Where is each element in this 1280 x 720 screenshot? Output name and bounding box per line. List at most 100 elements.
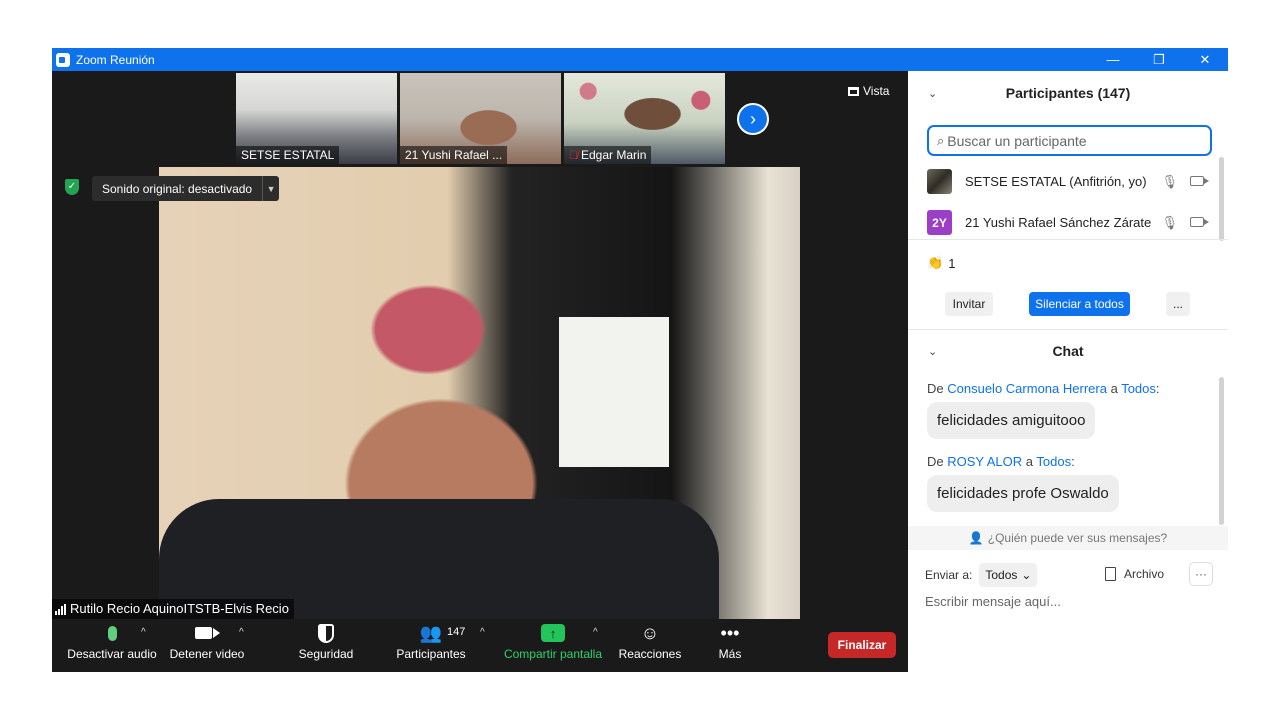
chat-message-bubble: felicidades profe Oswaldo [927,475,1119,512]
send-to-dropdown[interactable]: Todos ⌄ [979,563,1038,587]
share-screen-icon: ↑ [541,619,565,647]
participant-list-scrollbar[interactable] [1219,157,1224,241]
who-can-see-messages[interactable]: 👤 ¿Quién puede ver sus mensajes? [908,526,1228,550]
smiley-plus-icon: ☺ [640,622,660,643]
participant-list: SETSE ESTATAL (Anfitrión, yo) 🎙 2Y 21 Yu… [908,161,1228,243]
file-icon [1105,567,1116,581]
participant-thumbnail[interactable]: SETSE ESTATAL [236,73,397,164]
thumbnail-name: Edgar Marin [581,148,647,162]
message-recipient[interactable]: Todos [1036,454,1071,469]
message-recipient[interactable]: Todos [1121,381,1156,396]
chevron-down-icon[interactable]: ▼ [262,176,279,201]
end-meeting-button[interactable]: Finalizar [828,632,896,658]
invite-button[interactable]: Invitar [945,292,993,316]
raised-hands-count: 1 [948,255,956,271]
file-button[interactable]: Archivo [1105,567,1164,581]
microphone-icon[interactable]: 🎙 [1161,215,1178,231]
audio-options-caret[interactable]: ^ [141,627,146,638]
message-suffix: : [1155,381,1160,396]
reactions-button[interactable]: ☺ Reacciones [616,619,684,672]
participant-name: 21 Yushi Rafael Sánchez Zárate [965,215,1152,230]
participants-title: Participantes (147) [1005,85,1131,101]
chat-message-input[interactable]: Escribir mensaje aquí... [925,594,1061,609]
message-prefix: De [927,381,944,396]
who-can-see-label: ¿Quién puede ver sus mensajes? [987,531,1168,545]
zoom-app-icon [56,52,70,67]
participants-header: ⌄ Participantes (147) [908,71,1228,115]
chevron-down-icon[interactable]: ⌄ [928,87,937,100]
original-sound-toggle[interactable]: Sonido original: desactivado ▼ [92,176,280,201]
share-options-caret[interactable]: ^ [593,627,598,638]
chat-scrollbar[interactable] [1219,377,1224,525]
thumbnail-name: 21 Yushi Rafael ... [400,146,508,164]
meeting-toolbar: Desactivar audio ^ Detener video ^ Segur… [52,619,908,672]
participant-row[interactable]: SETSE ESTATAL (Anfitrión, yo) 🎙 [908,161,1228,202]
clap-icon: 👏 [927,255,944,270]
mute-audio-button[interactable]: Desactivar audio [60,619,164,672]
view-grid-icon [848,86,859,96]
shield-icon [318,619,334,647]
message-suffix: : [1071,454,1075,469]
avatar [927,169,952,194]
chat-more-button[interactable]: ··· [1189,562,1213,586]
restore-button[interactable]: ❐ [1136,48,1182,71]
security-button[interactable]: Seguridad [291,619,361,672]
chevron-right-icon: › [750,108,756,129]
original-sound-label: Sonido original: desactivado [102,181,253,196]
participants-icon: 👥 [419,622,443,643]
window-title: Zoom Reunión [76,52,155,67]
encryption-shield-icon[interactable]: ✓ [65,179,79,195]
participants-label: Participantes [396,647,466,661]
participants-options-caret[interactable]: ^ [480,627,485,638]
message-sender[interactable]: ROSY ALOR [947,454,1022,469]
speaker-name-text: Rutilo Recio AquinoITSTB-Elvis Recio [70,601,289,616]
signal-bars-icon [55,603,66,615]
send-to-label: Enviar a: [925,568,973,582]
video-background-object [559,317,669,467]
reactions-label: Reacciones [618,647,682,661]
person-icon: 👤 [968,531,984,545]
meeting-area: SETSE ESTATAL 21 Yushi Rafael ... 🎙̸ Edga… [52,71,908,672]
send-to-value: Todos [985,568,1018,582]
view-button[interactable]: Vista [848,84,889,98]
mute-all-button[interactable]: Silenciar a todos [1029,292,1130,316]
stop-video-button[interactable]: Detener video [164,619,250,672]
side-panel: ⌄ Participantes (147) ⌕ Buscar un partic… [908,71,1228,672]
participant-name: SETSE ESTATAL (Anfitrión, yo) [965,174,1147,189]
chat-title: Chat [1052,343,1084,359]
mute-audio-label: Desactivar audio [67,647,157,661]
thumbnail-strip: SETSE ESTATAL 21 Yushi Rafael ... 🎙̸ Edga… [236,73,725,164]
share-screen-label: Compartir pantalla [503,647,603,661]
share-screen-button[interactable]: ↑ Compartir pantalla [500,619,606,672]
close-button[interactable]: ✕ [1182,48,1228,71]
avatar: 2Y [927,210,952,235]
participant-row[interactable]: 2Y 21 Yushi Rafael Sánchez Zárate 🎙 [908,202,1228,243]
more-button[interactable]: ••• Más [708,619,752,672]
video-camera-icon[interactable] [1190,216,1209,227]
next-page-button[interactable]: › [737,103,769,135]
chat-message-bubble: felicidades amiguitooo [927,402,1096,439]
participant-search-input[interactable]: ⌕ Buscar un participante [927,125,1212,156]
video-options-caret[interactable]: ^ [239,627,244,638]
active-speaker-name: Rutilo Recio AquinoITSTB-Elvis Recio [52,599,294,619]
chevron-down-icon: ⌄ [1021,568,1032,582]
participant-search-placeholder: Buscar un participante [947,132,1087,149]
video-camera-icon[interactable] [1190,175,1209,186]
chevron-down-icon[interactable]: ⌄ [928,345,937,358]
thumbnail-name: SETSE ESTATAL [236,146,340,164]
send-to-row: Enviar a: Todos ⌄ [925,563,1038,587]
view-label: Vista [863,84,890,98]
message-sender-line: De Consuelo Carmona Herrera a Todos: [927,381,1160,396]
thumbnail-name-wrapper: 🎙̸ Edgar Marin [564,146,652,164]
security-label: Seguridad [298,647,354,661]
message-connector: a [1025,454,1034,469]
message-sender[interactable]: Consuelo Carmona Herrera [947,381,1107,396]
microphone-icon [107,619,117,647]
participants-more-button[interactable]: ... [1166,292,1190,316]
participants-count: 147 [447,626,466,638]
participant-thumbnail[interactable]: 21 Yushi Rafael ... [400,73,561,164]
active-speaker-video [159,167,800,619]
minimize-button[interactable]: — [1090,48,1136,71]
participant-thumbnail[interactable]: 🎙̸ Edgar Marin [564,73,725,164]
microphone-icon[interactable]: 🎙 [1161,174,1178,190]
